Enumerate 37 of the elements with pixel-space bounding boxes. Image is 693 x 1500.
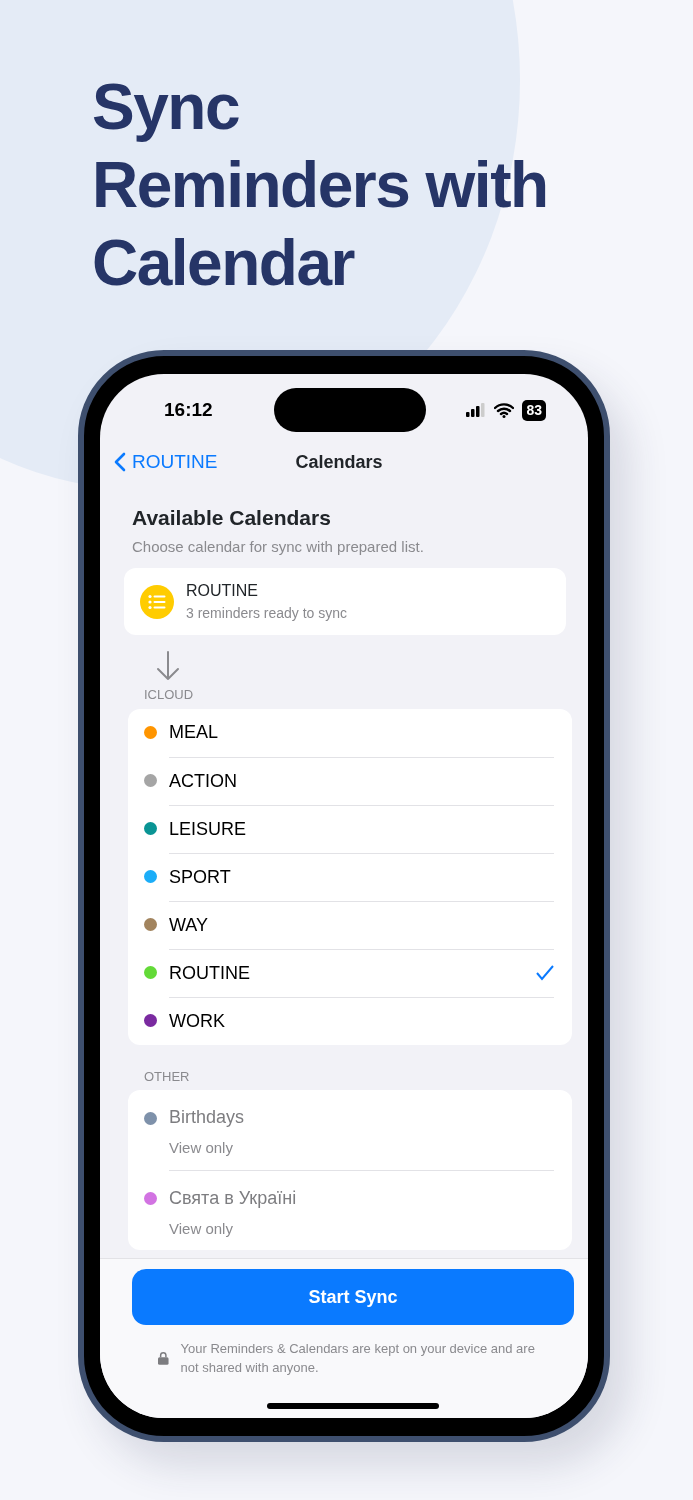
status-time: 16:12 <box>164 397 213 422</box>
calendar-row[interactable]: WAY <box>128 900 572 949</box>
calendar-row[interactable]: MEAL <box>128 708 572 757</box>
back-button[interactable]: ROUTINE <box>114 447 218 477</box>
privacy-note: Your Reminders & Calendars are kept on your device and are not shared with anyone. <box>180 1340 536 1377</box>
calendar-name: WORK <box>169 1009 225 1033</box>
calendar-name: ACTION <box>169 769 237 793</box>
calendar-name: Свята в Україні <box>169 1186 297 1210</box>
headline: Sync Reminders with Calendar <box>92 70 549 301</box>
calendar-name: Birthdays <box>169 1106 245 1129</box>
down-arrow-icon <box>156 651 180 681</box>
group-label: OTHER <box>144 1067 191 1086</box>
calendar-row[interactable]: WORK <box>128 996 572 1045</box>
calendar-row[interactable]: ACTION <box>128 756 572 805</box>
screen-title: Calendars <box>295 450 383 474</box>
wifi-icon <box>494 402 515 418</box>
calendar-name: WAY <box>169 913 208 937</box>
battery-indicator: 83 <box>522 399 546 421</box>
calendar-name: ROUTINE <box>169 961 250 985</box>
calendar-detail: View only <box>169 1218 234 1239</box>
calendar-detail: View only <box>169 1138 234 1158</box>
calendar-name: MEAL <box>169 721 219 744</box>
calendar-row[interactable]: ROUTINE <box>128 948 572 997</box>
back-chevron-icon <box>114 452 126 472</box>
signal-icon <box>466 403 487 417</box>
calendar-name: SPORT <box>169 865 231 889</box>
calendar-row[interactable]: SPORT <box>128 852 572 901</box>
list-subtitle: 3 reminders ready to sync <box>186 604 348 623</box>
lock-icon <box>158 1349 169 1367</box>
list-icon <box>140 584 174 619</box>
section-subtitle: Choose calendar for sync with prepared list. <box>132 536 425 557</box>
section-heading: Available Calendars <box>132 505 332 531</box>
list-title: ROUTINE <box>186 581 259 601</box>
group-label: ICLOUD <box>144 686 195 704</box>
start-sync-button[interactable]: Start Sync <box>132 1269 574 1325</box>
calendar-name: LEISURE <box>169 817 247 841</box>
calendar-row[interactable]: LEISURE <box>128 804 572 853</box>
